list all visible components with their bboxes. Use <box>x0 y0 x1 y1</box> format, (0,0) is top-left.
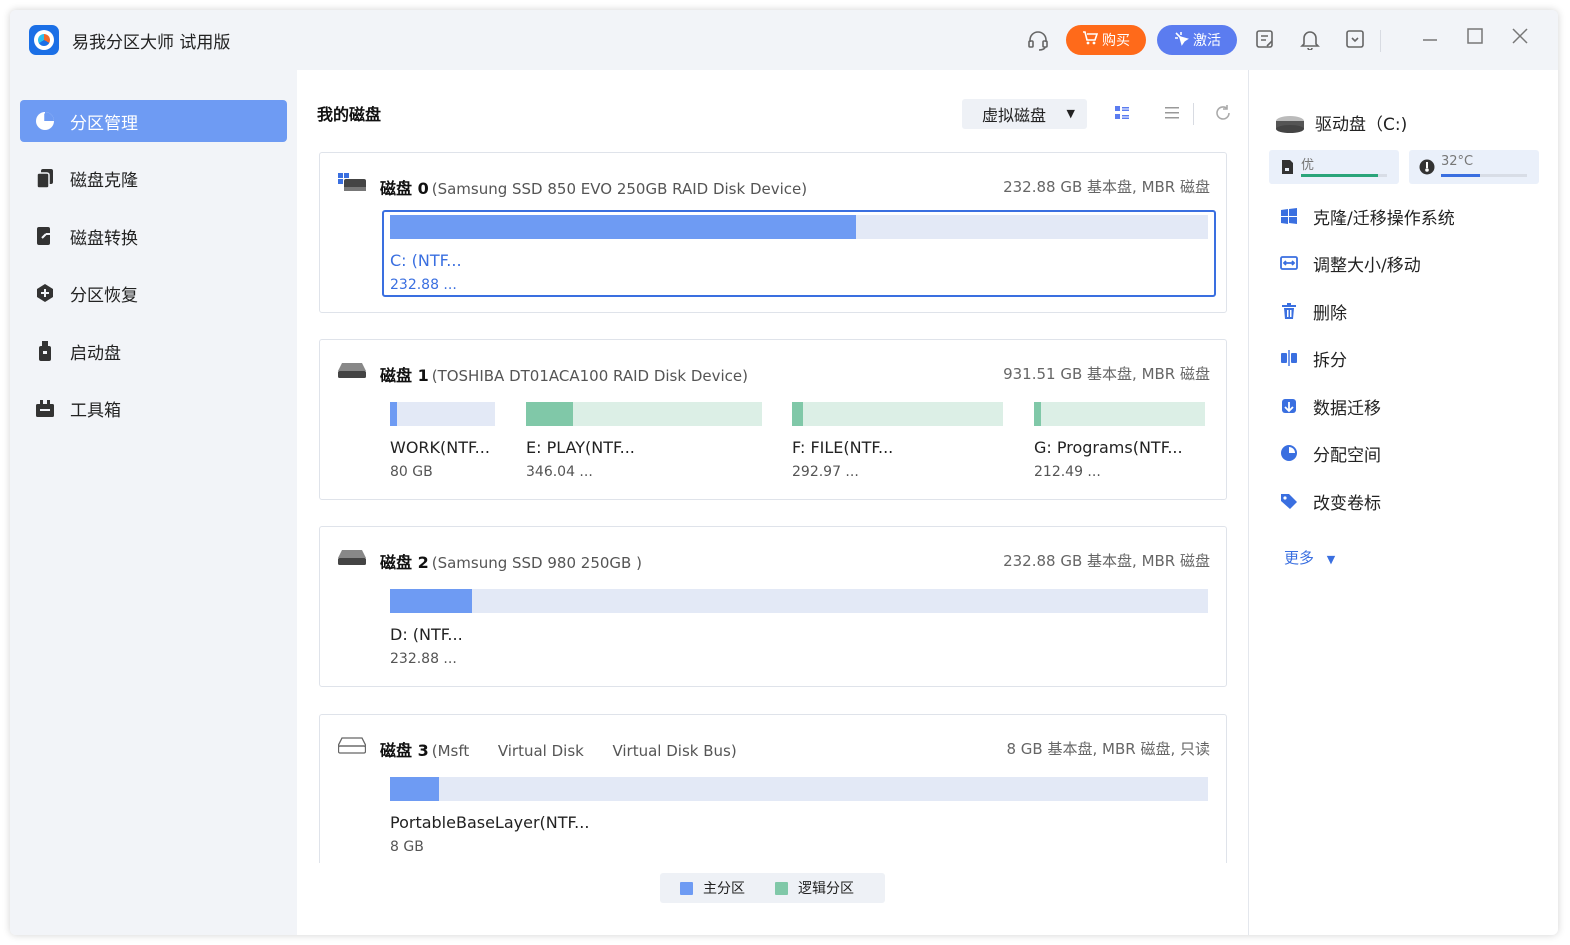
selected-drive-header: 驱动盘（C:) <box>1275 110 1407 135</box>
caret-down-icon: ▼ <box>1326 553 1336 566</box>
sidebar-item-partition-manager[interactable]: 分区管理 <box>20 100 287 142</box>
temperature-label: 32°C <box>1441 154 1474 169</box>
buy-label: 购买 <box>1102 33 1130 49</box>
temperature-status: 32°C <box>1409 150 1539 184</box>
partition-portable-base-layer[interactable]: PortableBaseLayer(NTF... 8 GB <box>390 777 1208 857</box>
health-status: 优 <box>1269 150 1399 184</box>
temperature-bar <box>1441 174 1527 177</box>
activate-icon <box>1173 30 1189 50</box>
usb-drive-icon <box>34 340 56 362</box>
minimize-button[interactable] <box>1416 26 1444 54</box>
sidebar-item-label: 启动盘 <box>70 343 121 364</box>
maximize-button[interactable] <box>1461 26 1489 54</box>
titlebar-divider <box>1380 30 1381 52</box>
data-migration-icon <box>1279 396 1299 416</box>
op-resize-move[interactable]: 调整大小/移动 <box>1279 251 1421 276</box>
disk-info: 8 GB 基本盘, MBR 磁盘, 只读 <box>1006 740 1211 758</box>
drive-icon <box>1275 115 1304 133</box>
partition-size: 8 GB <box>390 839 424 855</box>
health-bar <box>1301 174 1387 177</box>
split-icon <box>1279 348 1299 368</box>
headset-icon[interactable] <box>1026 28 1050 52</box>
more-operations-dropdown[interactable]: 更多 ▼ <box>1284 547 1335 568</box>
toolbox-icon <box>34 397 56 419</box>
thermometer-icon <box>1419 159 1435 175</box>
activate-button[interactable]: 激活 <box>1157 25 1237 55</box>
operations-panel: 驱动盘（C:) 优 32°C 克隆/迁移操作系统 调整大小/移动 删除 拆分 数… <box>1248 70 1558 935</box>
app-title: 易我分区大师 试用版 <box>72 33 231 53</box>
sidebar-item-label: 工具箱 <box>70 400 121 421</box>
title-bar: 易我分区大师 试用版 购买 激活 <box>10 10 1558 70</box>
disk-name: 磁盘 3 (Msft Virtual Disk Virtual Disk Bus) <box>380 741 737 760</box>
sidebar-item-label: 分区恢复 <box>70 285 138 306</box>
health-label: 优 <box>1301 158 1315 173</box>
op-allocate-space[interactable]: 分配空间 <box>1279 441 1381 466</box>
app-window: 易我分区大师 试用版 购买 激活 分区管理 磁盘克隆 磁盘转换 分区恢复 启动盘… <box>10 10 1558 935</box>
buy-button[interactable]: 购买 <box>1066 25 1146 55</box>
sidebar-item-label: 磁盘转换 <box>70 228 138 249</box>
tag-icon <box>1279 491 1299 511</box>
disk-card-3[interactable]: 磁盘 3 (Msft Virtual Disk Virtual Disk Bus)… <box>319 714 1227 863</box>
virtual-disk-icon <box>336 735 368 755</box>
feedback-icon[interactable] <box>1253 28 1277 52</box>
recovery-icon <box>34 282 56 304</box>
op-data-migration[interactable]: 数据迁移 <box>1279 394 1381 419</box>
app-logo-icon <box>29 25 59 55</box>
sidebar-item-label: 分区管理 <box>70 113 138 134</box>
op-clone-migrate-os[interactable]: 克隆/迁移操作系统 <box>1279 204 1455 229</box>
drive-label: 驱动盘（C:) <box>1315 115 1408 135</box>
disk-list-viewport: 磁盘 3 (Msft Virtual Disk Virtual Disk Bus)… <box>297 70 1248 863</box>
sidebar: 分区管理 磁盘克隆 磁盘转换 分区恢复 启动盘 工具箱 <box>10 70 297 935</box>
sidebar-item-label: 磁盘克隆 <box>70 170 138 191</box>
op-change-label[interactable]: 改变卷标 <box>1279 489 1381 514</box>
legend-primary: 主分区 <box>680 878 745 898</box>
partition-usage-bar <box>390 777 1208 801</box>
op-split[interactable]: 拆分 <box>1279 346 1347 371</box>
close-button[interactable] <box>1506 26 1534 54</box>
resize-icon <box>1279 253 1299 273</box>
sidebar-item-boot-disk[interactable]: 启动盘 <box>20 330 287 372</box>
disk-health-icon <box>1279 159 1295 175</box>
bell-icon[interactable] <box>1298 28 1322 52</box>
cart-icon <box>1082 30 1099 50</box>
sidebar-item-partition-recovery[interactable]: 分区恢复 <box>20 272 287 314</box>
sidebar-item-toolbox[interactable]: 工具箱 <box>20 387 287 429</box>
op-delete[interactable]: 删除 <box>1279 299 1347 324</box>
main-panel: 我的磁盘 虚拟磁盘 ▼ 磁盘 0 (Samsung SSD 850 EVO 250… <box>297 70 1248 935</box>
legend-logical: 逻辑分区 <box>775 878 854 898</box>
menu-dropdown-icon[interactable] <box>1343 28 1367 52</box>
windows-icon <box>1279 206 1299 226</box>
partition-legend: 主分区 逻辑分区 <box>660 873 885 903</box>
disk-convert-icon <box>34 225 56 247</box>
sidebar-item-disk-convert[interactable]: 磁盘转换 <box>20 215 287 257</box>
activate-label: 激活 <box>1193 33 1221 49</box>
sidebar-item-disk-clone[interactable]: 磁盘克隆 <box>20 157 287 199</box>
trash-icon <box>1279 301 1299 321</box>
allocate-space-icon <box>1279 443 1299 463</box>
partition-name: PortableBaseLayer(NTF... <box>390 813 590 832</box>
disk-model: (Msft Virtual Disk Virtual Disk Bus) <box>431 742 737 760</box>
pie-chart-icon <box>34 110 56 132</box>
disk-clone-icon <box>34 167 56 189</box>
